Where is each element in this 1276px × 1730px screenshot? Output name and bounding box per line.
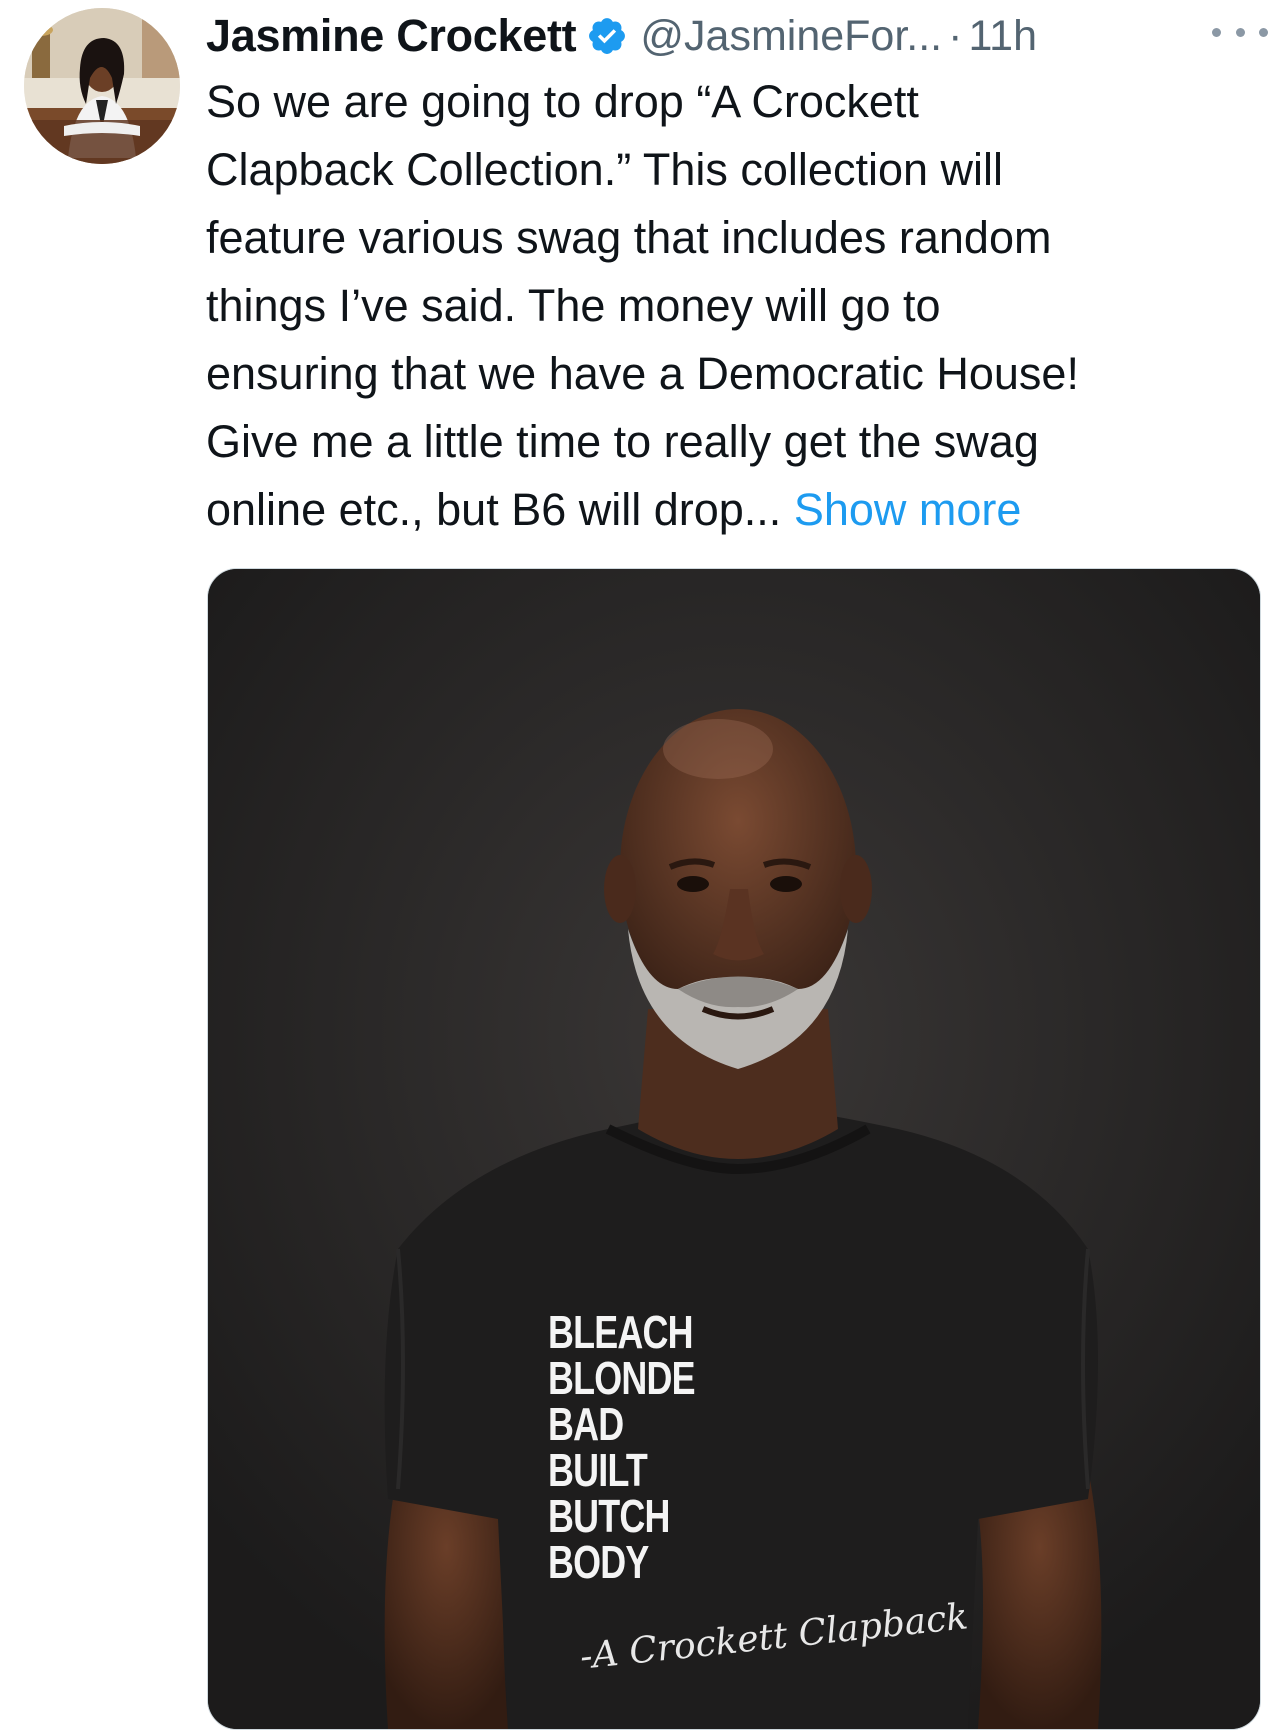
author-handle[interactable]: @JasmineFor... (640, 12, 942, 61)
author-avatar[interactable] (24, 8, 180, 164)
tweet[interactable]: Jasmine Crockett @JasmineFor... · 11h So… (0, 0, 1276, 1730)
shirt-slogan: BLEACH BLONDE BAD BUILT BUTCH BODY (548, 1306, 696, 1588)
author-name[interactable]: Jasmine Crockett (206, 10, 577, 62)
tweet-media-image[interactable]: BLEACH BLONDE BAD BUILT BUTCH BODY -A Cr… (207, 568, 1261, 1730)
shirt-line: BODY (548, 1536, 649, 1588)
tweet-text-content: So we are going to drop “A Crockett Clap… (206, 76, 1079, 535)
separator-dot: · (948, 11, 963, 60)
more-options-icon[interactable] (1212, 20, 1268, 44)
shirt-line: BLONDE (548, 1352, 696, 1404)
avatar-image (24, 8, 180, 164)
shirt-line: BAD (548, 1398, 624, 1450)
shirt-line: BUTCH (548, 1490, 670, 1542)
photo-illustration (208, 569, 1260, 1729)
verified-badge-icon (589, 18, 626, 54)
shirt-line: BLEACH (548, 1306, 694, 1358)
show-more-link[interactable]: Show more (794, 484, 1022, 535)
tweet-timestamp[interactable]: 11h (968, 12, 1037, 61)
tweet-header: Jasmine Crockett @JasmineFor... · 11h (206, 6, 1266, 66)
shirt-line: BUILT (548, 1444, 648, 1496)
tweet-text: So we are going to drop “A Crockett Clap… (206, 68, 1266, 544)
